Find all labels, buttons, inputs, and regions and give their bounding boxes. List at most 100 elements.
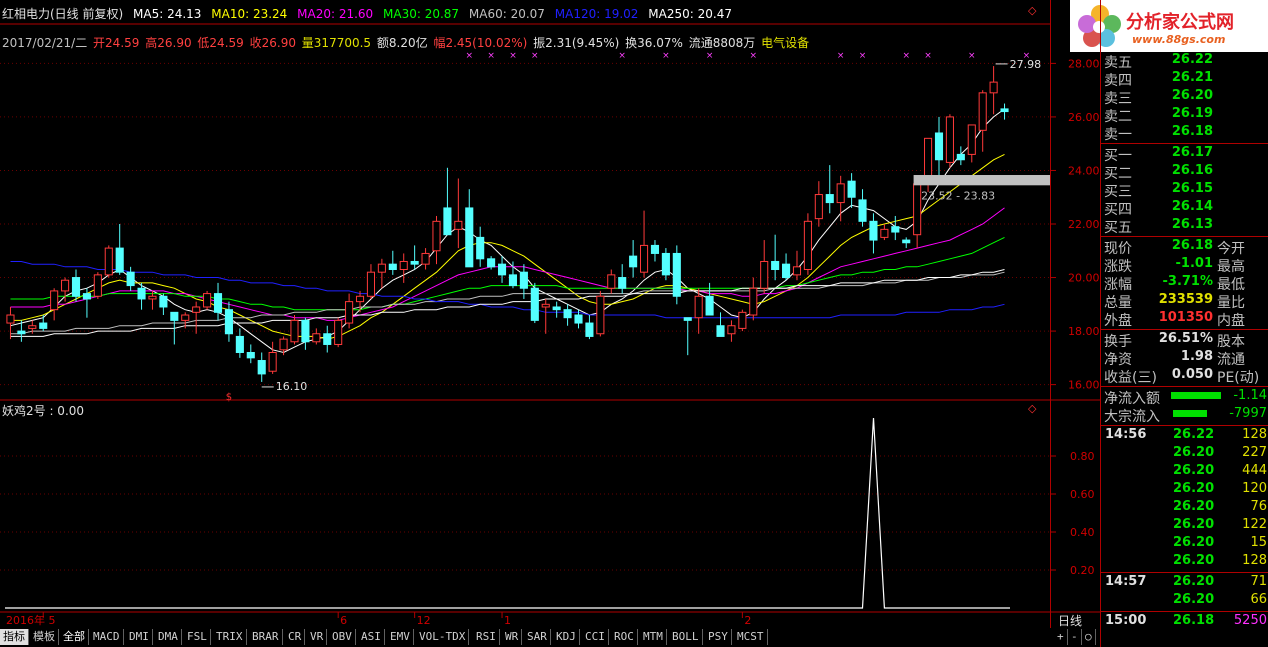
candle-body	[104, 247, 113, 276]
ma250-label: MA250: 20.47	[648, 7, 732, 21]
y-tick-label: 18.00	[1068, 325, 1100, 338]
candle-body	[93, 274, 102, 297]
candle-body	[672, 252, 681, 297]
bid-price: 26.15	[1171, 181, 1213, 196]
tab-psy[interactable]: PSY	[705, 629, 732, 645]
candle-body	[814, 194, 823, 220]
tab-emv[interactable]: EMV	[387, 629, 414, 645]
info-open: 开24.59	[93, 36, 140, 50]
flow-bar	[1173, 410, 1207, 417]
info-amount: 额8.20亿	[376, 36, 428, 50]
candle-body	[487, 258, 496, 268]
quote-value: -1.01	[1175, 256, 1213, 271]
tab-vol-tdx[interactable]: VOL-TDX	[416, 629, 470, 645]
tick-qty: 227	[1242, 445, 1267, 460]
candle-body	[181, 314, 190, 321]
candle-body	[727, 325, 736, 335]
tab-dma[interactable]: DMA	[155, 629, 182, 645]
tab-wr[interactable]: WR	[502, 629, 523, 645]
quote-label: 外盘	[1104, 313, 1132, 329]
quote-row: 换手 26.51% 股本	[1101, 331, 1268, 350]
tab-kdj[interactable]: KDJ	[553, 629, 580, 645]
quote-extra-label: 流通	[1217, 352, 1245, 368]
signal-marker: ×	[487, 51, 495, 61]
info-sector: 电气设备	[761, 36, 810, 50]
flow-bar	[1171, 392, 1221, 399]
panel-separator	[1101, 611, 1268, 612]
tick-row: 15:00 26.18 5250	[1101, 613, 1268, 631]
diamond-icon-lower[interactable]: ◇	[1028, 402, 1036, 415]
info-amplitude: 振2.31(9.45%)	[533, 36, 620, 50]
tab-mtm[interactable]: MTM	[640, 629, 667, 645]
candle-body	[891, 226, 900, 233]
tab-mcst[interactable]: MCST	[734, 629, 768, 645]
ma10-label: MA10: 23.24	[211, 7, 288, 21]
info-float: 流通8808万	[688, 36, 756, 50]
info-turnover: 换36.07%	[625, 36, 683, 50]
ma-line-ma5	[10, 108, 1005, 354]
quote-label: 涨幅	[1104, 277, 1132, 293]
candle-body	[519, 271, 528, 289]
tab-fsl[interactable]: FSL	[184, 629, 211, 645]
tab-trix[interactable]: TRIX	[213, 629, 247, 645]
x-tick-label: 6	[340, 614, 347, 627]
candle-body	[552, 306, 561, 311]
y-tick-label: 22.00	[1068, 218, 1100, 231]
signal-marker: ×	[531, 51, 539, 61]
tab-cr[interactable]: CR	[285, 629, 306, 645]
ma120-label: MA120: 19.02	[554, 7, 639, 21]
panel-separator	[1101, 425, 1268, 426]
tab-macd[interactable]: MACD	[90, 629, 124, 645]
candle-body	[290, 319, 299, 343]
tab-brar[interactable]: BRAR	[249, 629, 283, 645]
tick-row: 26.20 120	[1101, 481, 1268, 499]
candle-body	[530, 287, 539, 321]
quote-panel: 卖五 26.22 卖四 26.21 卖三 26.20 卖二 26.19 卖一 26.18…	[1100, 0, 1268, 647]
quote-extra-label: 量比	[1217, 295, 1245, 311]
tick-qty: 120	[1242, 481, 1267, 496]
quote-value: 1.98	[1180, 349, 1213, 364]
tab-vr[interactable]: VR	[307, 629, 328, 645]
kline-chart[interactable]: ××××××××××××××××27.9816.10$23.52 - 23.83…	[0, 0, 1050, 628]
quote-extra-label: 最低	[1217, 277, 1245, 293]
period-label[interactable]: 日线	[1058, 612, 1082, 629]
bid-label: 买一	[1104, 148, 1132, 164]
y-tick-label: 26.00	[1068, 111, 1100, 124]
tab-obv[interactable]: OBV	[329, 629, 356, 645]
tab-dmi[interactable]: DMI	[126, 629, 153, 645]
tick-qty: 128	[1242, 553, 1267, 568]
tab-模板[interactable]: 模板	[30, 629, 59, 645]
candle-body	[39, 322, 48, 329]
tab-boll[interactable]: BOLL	[669, 629, 703, 645]
x-tick-label: 2016年 5	[6, 613, 56, 627]
tab-指标[interactable]: 指标	[0, 629, 29, 645]
tab-roc[interactable]: ROC	[611, 629, 638, 645]
candle-body	[410, 260, 419, 265]
tick-time: 14:57	[1105, 574, 1147, 589]
candle-body	[847, 180, 856, 198]
info-change: 幅2.45(10.02%)	[433, 36, 528, 50]
tab-asi[interactable]: ASI	[358, 629, 385, 645]
candle-body	[596, 295, 605, 335]
chart-panel[interactable]: ××××××××××××××××27.9816.10$23.52 - 23.83…	[0, 0, 1050, 628]
zoom-in-button[interactable]: +	[1054, 629, 1068, 645]
candle-body	[574, 314, 583, 324]
tick-qty: 128	[1242, 427, 1267, 442]
tab-sar[interactable]: SAR	[524, 629, 551, 645]
signal-marker: ×	[750, 51, 758, 61]
tab-全部[interactable]: 全部	[60, 629, 89, 645]
quote-label: 现价	[1104, 241, 1132, 257]
tab-cci[interactable]: CCI	[582, 629, 609, 645]
ask-row: 卖一 26.18	[1101, 124, 1268, 143]
info-high: 高26.90	[145, 36, 192, 50]
panel-separator	[1101, 143, 1268, 144]
reset-button[interactable]: ○	[1082, 629, 1096, 645]
cost-band	[913, 175, 1050, 186]
zoom-out-button[interactable]: -	[1068, 629, 1082, 645]
tick-row: 26.20 227	[1101, 445, 1268, 463]
candle-body	[301, 319, 310, 343]
quote-value: 26.51%	[1158, 331, 1213, 346]
diamond-icon[interactable]: ◇	[1028, 4, 1036, 17]
tick-time: 14:56	[1105, 427, 1147, 442]
tab-rsi[interactable]: RSI	[473, 629, 500, 645]
